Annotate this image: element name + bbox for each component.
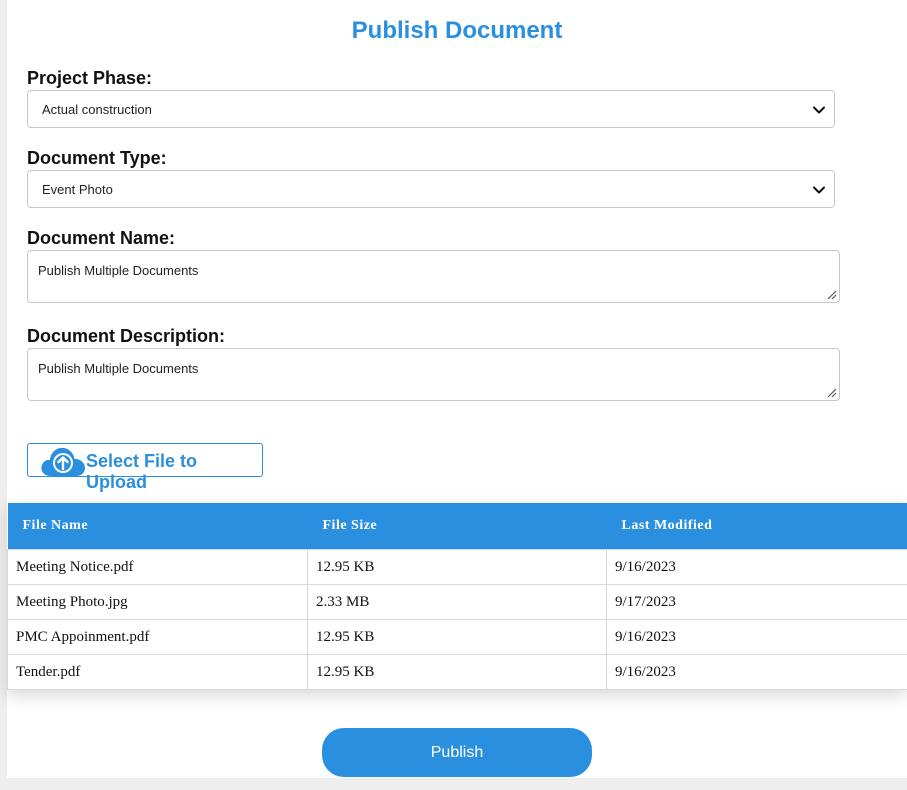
project-phase-value: Actual construction — [42, 102, 152, 117]
file-size-cell: 12.95 KB — [307, 549, 607, 585]
document-name-label: Document Name: — [27, 228, 176, 248]
document-description-label: Document Description: — [27, 326, 226, 346]
page-title: Publish Document — [351, 17, 563, 44]
document-name-value: Publish Multiple Documents — [38, 263, 199, 278]
document-name-field[interactable]: Publish Multiple Documents — [27, 250, 840, 303]
table-row[interactable]: Tender.pdf 12.95 KB 9/16/2023 — [7, 654, 907, 690]
table-row[interactable]: Meeting Notice.pdf 12.95 KB 9/16/2023 — [7, 549, 907, 585]
document-description-value: Publish Multiple Documents — [38, 361, 199, 376]
column-header-last-modified[interactable]: Last Modified — [606, 503, 907, 550]
last-modified-cell: 9/16/2023 — [606, 549, 907, 585]
publish-button[interactable]: Publish — [322, 728, 592, 777]
project-phase-label: Project Phase: — [27, 68, 153, 88]
file-size-cell: 12.95 KB — [307, 654, 607, 690]
document-type-label: Document Type: — [27, 148, 167, 168]
column-header-file-name[interactable]: File Name — [7, 503, 308, 550]
document-type-value: Event Photo — [42, 182, 113, 197]
resize-grip-icon[interactable] — [826, 387, 837, 398]
file-size-cell: 2.33 MB — [307, 584, 607, 620]
file-size-cell: 12.95 KB — [307, 619, 607, 655]
file-name-cell: Tender.pdf — [7, 654, 308, 690]
select-file-button[interactable]: Select File to Upload — [27, 443, 263, 492]
cloud-upload-icon — [41, 447, 85, 476]
file-name-cell: Meeting Photo.jpg — [7, 584, 308, 620]
file-name-cell: PMC Appoinment.pdf — [7, 619, 308, 655]
file-name-cell: Meeting Notice.pdf — [7, 549, 308, 585]
project-phase-select[interactable]: Actual construction — [27, 90, 835, 128]
chevron-down-icon — [813, 106, 825, 114]
resize-grip-icon[interactable] — [826, 289, 837, 300]
files-table: File Name File Size Last Modified Meetin… — [7, 503, 907, 690]
last-modified-cell: 9/17/2023 — [606, 584, 907, 620]
document-type-select[interactable]: Event Photo — [27, 170, 835, 208]
publish-document-panel: Publish Document Project Phase: Actual c… — [7, 0, 907, 778]
table-header-row: File Name File Size Last Modified — [7, 503, 907, 550]
table-row[interactable]: PMC Appoinment.pdf 12.95 KB 9/16/2023 — [7, 619, 907, 655]
table-row[interactable]: Meeting Photo.jpg 2.33 MB 9/17/2023 — [7, 584, 907, 620]
column-header-file-size[interactable]: File Size — [307, 503, 607, 550]
select-file-label: Select File to Upload — [86, 451, 198, 492]
files-table-container: File Name File Size Last Modified Meetin… — [7, 503, 907, 690]
document-description-field[interactable]: Publish Multiple Documents — [27, 348, 840, 401]
last-modified-cell: 9/16/2023 — [606, 654, 907, 690]
chevron-down-icon — [813, 186, 825, 194]
last-modified-cell: 9/16/2023 — [606, 619, 907, 655]
